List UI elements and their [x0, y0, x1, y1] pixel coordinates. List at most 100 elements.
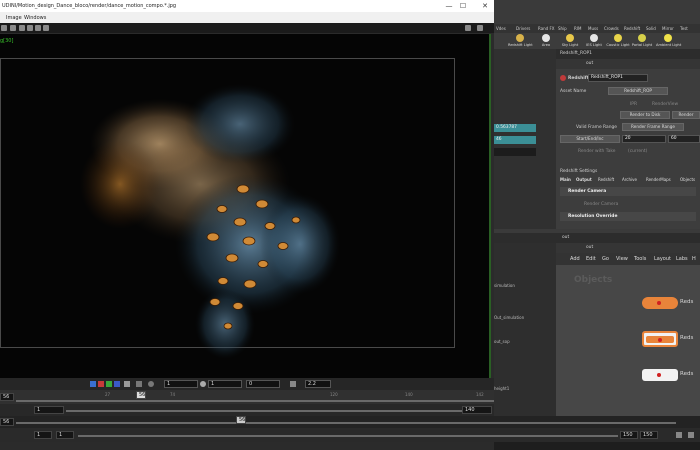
shelf-tool-ies-light[interactable]: IES Light	[582, 34, 606, 49]
tab-rendermaps[interactable]: RenderMaps	[646, 177, 671, 184]
range-slider[interactable]	[66, 410, 462, 412]
node-label[interactable]: out_sop	[494, 339, 510, 344]
range-start-field[interactable]: 1	[34, 406, 64, 414]
channel-red-icon[interactable]	[98, 381, 104, 387]
end-frame-field[interactable]: 60	[668, 135, 700, 143]
tab-objects[interactable]: Objects	[680, 177, 695, 184]
shelf-tab[interactable]: Rand FX	[538, 26, 555, 31]
menu-labs[interactable]: Labs	[676, 256, 688, 262]
shelf-tab[interactable]: Drivers	[516, 26, 530, 31]
tab-redshift-rop[interactable]: Redshift_ROP1	[560, 51, 592, 56]
value-field-3[interactable]	[494, 148, 536, 156]
node-label[interactable]: Out_simulation	[494, 315, 524, 320]
render-to-disk-button[interactable]: Render to Disk	[620, 111, 670, 119]
tab-redshift[interactable]: Redshift	[598, 177, 614, 184]
node-name[interactable]: Reds	[680, 299, 693, 305]
node-name[interactable]: Reds	[680, 371, 693, 377]
node-label[interactable]: simulation	[494, 283, 515, 288]
menu-image[interactable]: Image	[6, 15, 22, 21]
grid-icon[interactable]	[35, 25, 41, 31]
start-frame-field[interactable]: 20	[622, 135, 666, 143]
node-name[interactable]: Reds	[680, 335, 693, 341]
shelf-tool-sky-light[interactable]: Sky Light	[558, 34, 582, 49]
redshift-rop-node[interactable]	[642, 331, 678, 347]
node-label[interactable]: height1	[494, 386, 509, 391]
global-end2-field[interactable]: 150	[640, 431, 658, 439]
frame-ruler[interactable]: 56 27 56 74 120 140 142	[0, 390, 494, 404]
menu-tools[interactable]: Tools	[634, 256, 646, 262]
pin-icon[interactable]	[477, 25, 483, 31]
shelf-tool-caustic-light[interactable]: Caustic Light	[606, 34, 630, 49]
range-end-field[interactable]: 140	[462, 406, 492, 414]
network-tab[interactable]: out	[562, 235, 569, 240]
shelf-tool-ambient-light[interactable]: Ambient Light	[656, 34, 681, 49]
tab-output[interactable]: Output	[576, 177, 592, 184]
shelf-tab[interactable]: Solid	[646, 26, 656, 31]
zoom-icon[interactable]	[10, 25, 16, 31]
shelf-tool-portal-light[interactable]: Portal Light	[630, 34, 654, 49]
render-camera-section[interactable]: Render Camera	[560, 187, 696, 196]
shelf-tab[interactable]: Vdes	[496, 26, 506, 31]
fit-icon[interactable]	[27, 25, 33, 31]
playbar-track[interactable]	[16, 422, 676, 424]
resolution-override-section[interactable]: Resolution Override	[560, 212, 696, 221]
frame-marker[interactable]: 56	[136, 391, 146, 399]
current-frame-field[interactable]: 56	[0, 393, 14, 401]
render-button[interactable]: Render	[672, 111, 700, 119]
asset-name-field[interactable]: Redshift_ROP	[608, 87, 668, 95]
node-name-field[interactable]: Redshift_ROP1	[588, 74, 648, 82]
menu-windows[interactable]: Windows	[24, 15, 46, 21]
exposure-field[interactable]: 1	[164, 380, 198, 388]
global-end-field[interactable]: 150	[620, 431, 638, 439]
shelf-tool-redshift-light[interactable]: Redshift Light	[508, 34, 533, 49]
network-editor[interactable]: Objects Reds Reds Reds	[556, 265, 700, 416]
global-range-slider[interactable]	[78, 435, 618, 437]
menu-go[interactable]: Go	[602, 256, 609, 262]
shelf-tab[interactable]: Muss	[588, 26, 598, 31]
shelf-tab[interactable]: Crowds	[604, 26, 619, 31]
channel-blue-icon[interactable]	[114, 381, 120, 387]
home-icon[interactable]	[19, 25, 25, 31]
menu-add[interactable]: Add	[570, 256, 580, 262]
menu-layout[interactable]: Layout	[654, 256, 671, 262]
view-icon[interactable]	[1, 25, 7, 31]
global-start2-field[interactable]: 1	[56, 431, 74, 439]
key-icon[interactable]	[676, 432, 682, 438]
tab-archive[interactable]: Archive	[622, 177, 637, 184]
render-viewport[interactable]	[0, 34, 490, 378]
lock-icon[interactable]	[688, 432, 694, 438]
contrast-field[interactable]: 1	[208, 380, 242, 388]
layout-icon[interactable]	[465, 25, 471, 31]
path-label[interactable]: out	[586, 61, 593, 66]
render-with-take-value[interactable]: (current)	[628, 149, 647, 154]
overlay-icon[interactable]	[136, 381, 142, 387]
value-field-1[interactable]: 0.563787	[494, 124, 536, 132]
offset-field[interactable]: 0	[246, 380, 280, 388]
global-start-field[interactable]: 1	[34, 431, 52, 439]
shelf-tab[interactable]: Test	[680, 26, 688, 31]
houdini-main-window: Vdes Drivers Rand FX Ship RIM Muss Crowd…	[494, 0, 700, 416]
options-icon[interactable]	[43, 25, 49, 31]
menu-view[interactable]: View	[616, 256, 628, 262]
playbar-frame-field[interactable]: 56	[0, 418, 14, 426]
valid-frame-range-menu[interactable]: Render Frame Range	[622, 123, 684, 131]
playbar-marker[interactable]: 56	[236, 416, 246, 424]
gamma-field[interactable]: 2.2	[305, 380, 331, 388]
channel-green-icon[interactable]	[106, 381, 112, 387]
redshift-rop-node[interactable]	[642, 369, 678, 381]
shelf-tab[interactable]: Redshift	[624, 26, 640, 31]
shelf-tab[interactable]: Mirror	[662, 26, 674, 31]
menu-edit[interactable]: Edit	[586, 256, 596, 262]
shelf-tab[interactable]: RIM	[574, 26, 581, 31]
menu-help[interactable]: H	[692, 256, 696, 262]
tab-main[interactable]: Main	[560, 177, 571, 184]
value-field-2[interactable]: 46	[494, 136, 536, 144]
network-path[interactable]: out	[586, 245, 593, 250]
alpha-icon[interactable]	[124, 381, 130, 387]
shelf-tool-area[interactable]: Area	[534, 34, 558, 49]
rendered-image	[80, 84, 340, 359]
redshift-rop-node[interactable]	[642, 297, 678, 309]
lut-icon[interactable]	[148, 381, 154, 387]
shelf-tab[interactable]: Ship	[558, 26, 567, 31]
channel-rgb-icon[interactable]	[90, 381, 96, 387]
